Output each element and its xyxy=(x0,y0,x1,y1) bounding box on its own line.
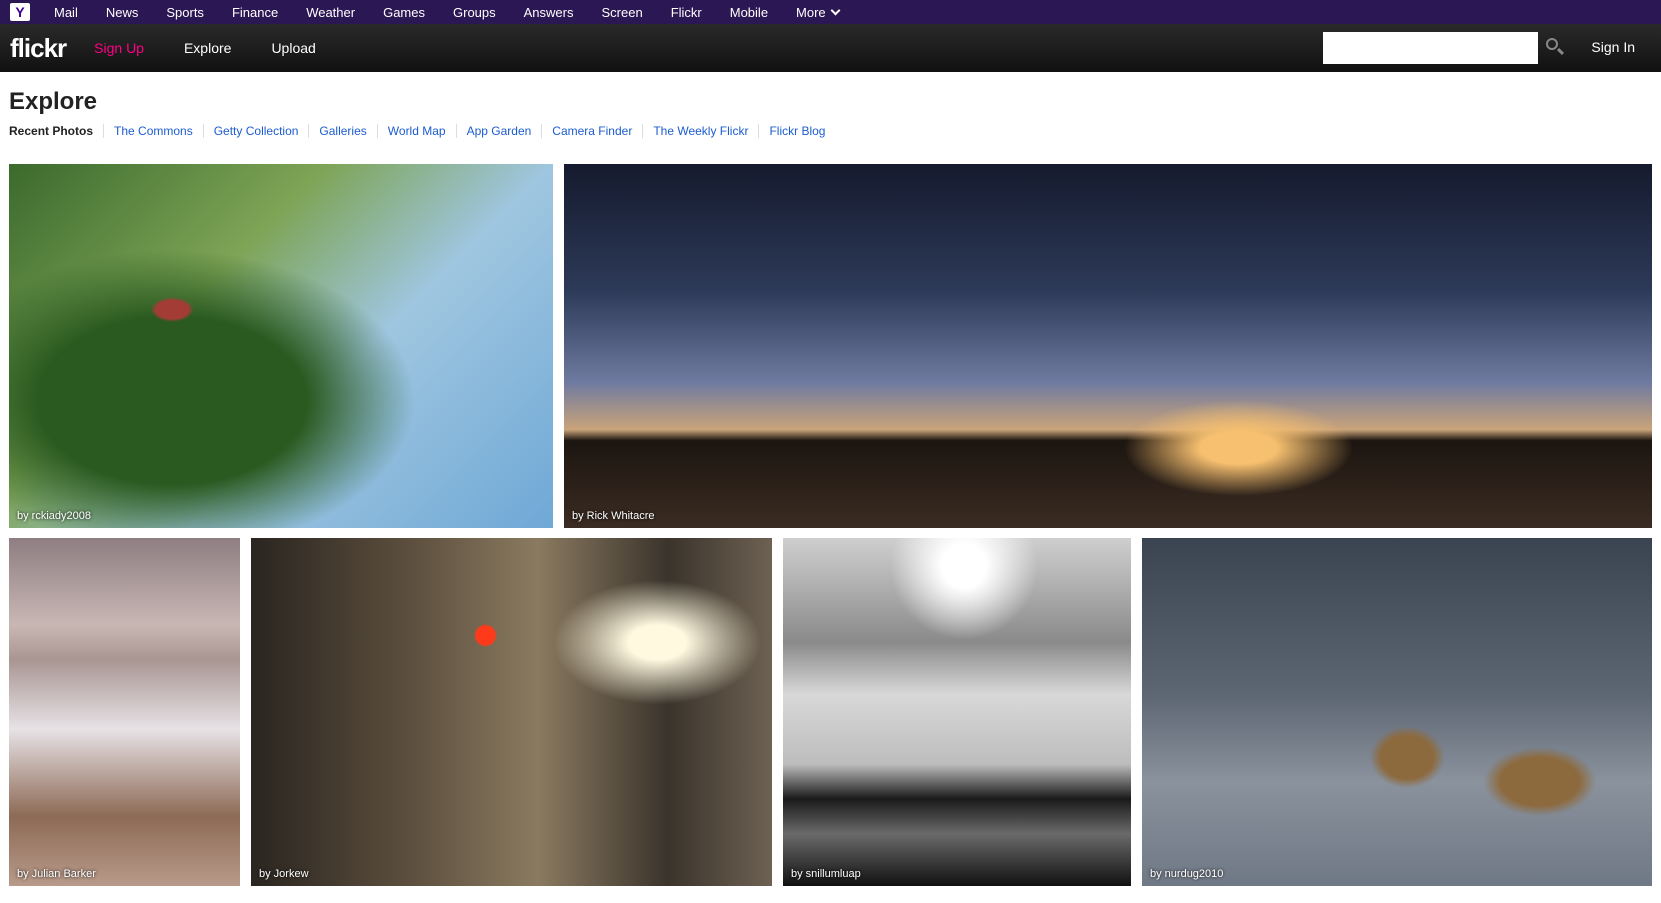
photo-credit[interactable]: by Rick Whitacre xyxy=(572,510,655,522)
flickr-header: flickr Sign Up Explore Upload Sign In xyxy=(0,24,1661,72)
yahoo-logo-icon[interactable]: Y xyxy=(10,3,30,21)
ybar-link-games[interactable]: Games xyxy=(383,5,425,20)
ybar-link-mobile[interactable]: Mobile xyxy=(730,5,768,20)
photo-credit[interactable]: by Jorkew xyxy=(259,868,309,880)
subnav-world-map[interactable]: World Map xyxy=(376,124,456,138)
subnav-weekly-flickr[interactable]: The Weekly Flickr xyxy=(642,124,758,138)
photo-tile[interactable]: by nurdug2010 xyxy=(1142,538,1652,886)
ybar-link-more[interactable]: More xyxy=(796,5,839,20)
sign-up-link[interactable]: Sign Up xyxy=(94,40,144,56)
ybar-link-groups[interactable]: Groups xyxy=(453,5,496,20)
ybar-link-flickr[interactable]: Flickr xyxy=(671,5,702,20)
search-input[interactable] xyxy=(1323,32,1538,64)
photo-tile[interactable]: by snillumluap xyxy=(783,538,1131,886)
photo-credit[interactable]: by nurdug2010 xyxy=(1150,868,1223,880)
subnav-galleries[interactable]: Galleries xyxy=(308,124,376,138)
sign-in-link[interactable]: Sign In xyxy=(1591,39,1635,55)
photo-tile[interactable]: by Rick Whitacre xyxy=(564,164,1652,528)
ybar-link-finance[interactable]: Finance xyxy=(232,5,278,20)
photo-credit[interactable]: by snillumluap xyxy=(791,868,861,880)
photo-tile[interactable]: by Julian Barker xyxy=(9,538,240,886)
photo-credit[interactable]: by rckiady2008 xyxy=(17,510,91,522)
ybar-link-weather[interactable]: Weather xyxy=(306,5,355,20)
subnav-app-garden[interactable]: App Garden xyxy=(455,124,542,138)
page-title: Explore xyxy=(9,88,98,115)
subnav-flickr-blog[interactable]: Flickr Blog xyxy=(758,124,835,138)
ybar-link-mail[interactable]: Mail xyxy=(54,5,78,20)
search-icon[interactable] xyxy=(1546,38,1558,50)
photo-tile[interactable]: by Jorkew xyxy=(251,538,772,886)
ybar-link-sports[interactable]: Sports xyxy=(166,5,204,20)
subnav-the-commons[interactable]: The Commons xyxy=(103,124,203,138)
subnav-getty-collection[interactable]: Getty Collection xyxy=(202,124,309,138)
ybar-link-screen[interactable]: Screen xyxy=(602,5,643,20)
photo-tile[interactable]: by rckiady2008 xyxy=(9,164,553,528)
subnav-camera-finder[interactable]: Camera Finder xyxy=(541,124,642,138)
ybar-link-news[interactable]: News xyxy=(106,5,139,20)
explore-link[interactable]: Explore xyxy=(184,40,231,56)
photo-credit[interactable]: by Julian Barker xyxy=(17,868,96,880)
explore-subnav: Recent Photos The Commons Getty Collecti… xyxy=(9,124,835,138)
ybar-link-answers[interactable]: Answers xyxy=(524,5,574,20)
upload-link[interactable]: Upload xyxy=(271,40,315,56)
yahoo-bar: Y Mail News Sports Finance Weather Games… xyxy=(0,0,1661,24)
subnav-recent-photos[interactable]: Recent Photos xyxy=(9,124,103,138)
flickr-logo[interactable]: flickr xyxy=(10,33,67,64)
